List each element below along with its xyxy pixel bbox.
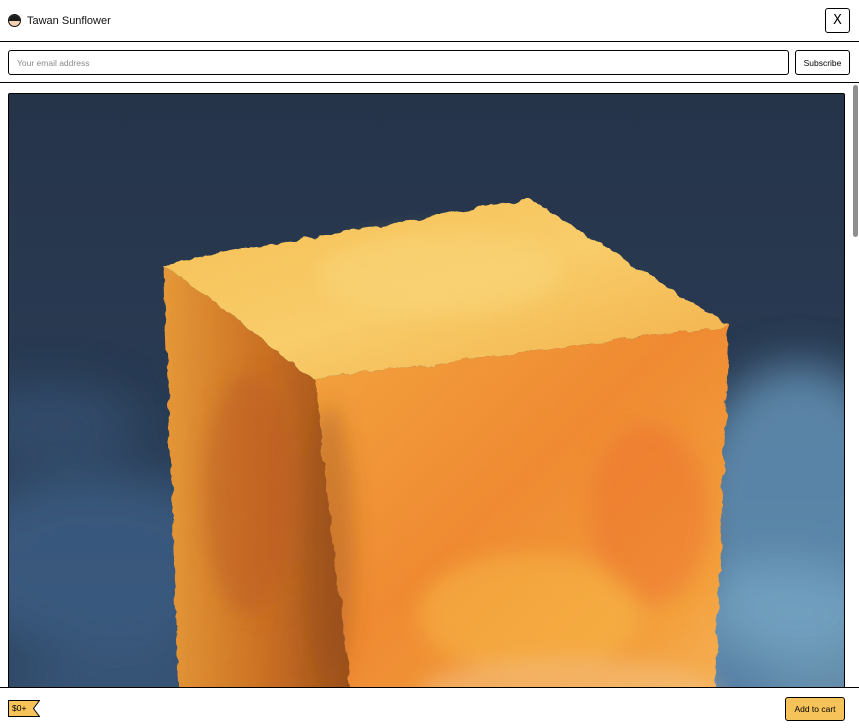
subscribe-button[interactable]: Subscribe bbox=[795, 50, 850, 75]
content-area bbox=[0, 83, 859, 687]
add-to-cart-button[interactable]: Add to cart bbox=[785, 697, 845, 721]
subscribe-bar: Subscribe bbox=[0, 42, 859, 83]
footer-bar: $0+ Add to cart bbox=[0, 687, 859, 728]
email-field[interactable] bbox=[8, 50, 789, 75]
header-bar: Tawan Sunflower X bbox=[0, 0, 859, 42]
creator-name[interactable]: Tawan Sunflower bbox=[27, 15, 111, 27]
product-cover-image bbox=[8, 93, 845, 687]
close-button[interactable]: X bbox=[825, 8, 850, 33]
price-label: $0+ bbox=[12, 703, 27, 713]
cube-painting bbox=[9, 94, 844, 687]
scrollbar-thumb[interactable] bbox=[853, 85, 858, 237]
avatar-icon bbox=[8, 14, 21, 27]
product-page: Tawan Sunflower X Subscribe bbox=[0, 0, 859, 728]
price-tag: $0+ bbox=[8, 700, 40, 717]
